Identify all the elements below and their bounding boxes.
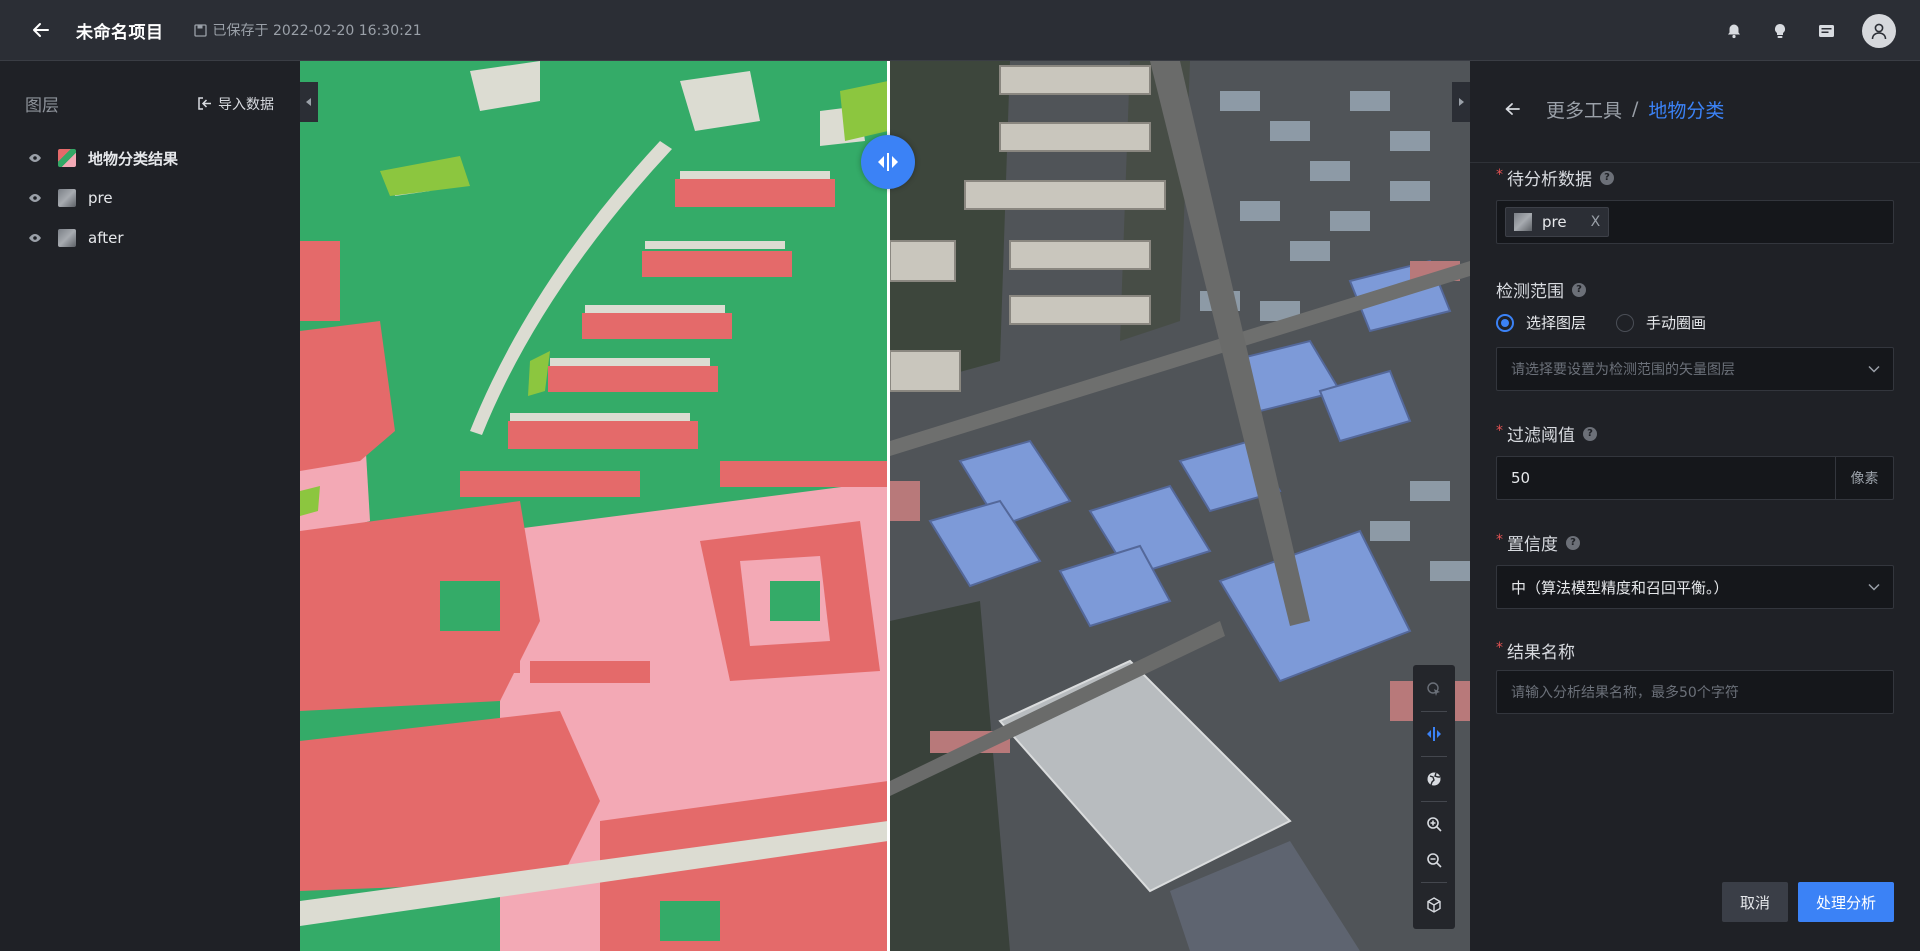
- threshold-input[interactable]: 50 像素: [1496, 456, 1894, 500]
- top-bar: 未命名项目 已保存于 2022-02-20 16:30:21: [0, 0, 1920, 61]
- zoom-out-button[interactable]: [1413, 842, 1455, 878]
- collapse-tool-panel-button[interactable]: [1452, 82, 1470, 122]
- input-data-select[interactable]: pre X: [1496, 200, 1894, 244]
- layer-item-pre[interactable]: pre: [0, 178, 300, 218]
- eye-icon[interactable]: [28, 191, 42, 205]
- import-data-label: 导入数据: [218, 96, 274, 113]
- swipe-divider[interactable]: [887, 61, 890, 951]
- chevron-down-icon: [1868, 583, 1880, 591]
- classification-result-image: [300, 61, 888, 951]
- user-avatar[interactable]: [1862, 13, 1896, 48]
- result-name-placeholder: 请输入分析结果名称，最多50个字符: [1511, 685, 1739, 701]
- help-icon[interactable]: ?: [1566, 535, 1580, 550]
- layer-name: after: [88, 229, 124, 247]
- tag-close-icon[interactable]: X: [1591, 214, 1601, 230]
- threshold-label: * 过滤阈值 ?: [1496, 421, 1597, 446]
- radio-manual-draw[interactable]: 手动圈画: [1616, 312, 1706, 333]
- layer-thumbnail: [58, 189, 76, 207]
- detection-range-label: 检测范围 ?: [1496, 277, 1586, 302]
- layer-item-after[interactable]: after: [0, 218, 300, 258]
- pointer-select-icon: [1427, 682, 1440, 696]
- message-board-icon[interactable]: [1816, 21, 1836, 41]
- save-status-text: 已保存于 2022-02-20 16:30:21: [212, 23, 422, 39]
- panel-back-button[interactable]: [1504, 99, 1524, 119]
- swipe-compare-tool[interactable]: [1413, 716, 1455, 752]
- breadcrumb: 更多工具 / 地物分类: [1470, 61, 1920, 131]
- eye-icon[interactable]: [28, 151, 42, 165]
- selected-layer-tag: pre X: [1505, 207, 1610, 237]
- layer-item-classification[interactable]: 地物分类结果: [0, 138, 300, 178]
- map-toolbar: [1413, 665, 1455, 929]
- eye-icon[interactable]: [28, 231, 42, 245]
- back-button[interactable]: [24, 13, 58, 47]
- range-layer-select[interactable]: 请选择要设置为检测范围的矢量图层: [1496, 347, 1894, 391]
- tool-panel: 更多工具 / 地物分类 * 待分析数据 ? pre X 检测范围 ? 选择图层 …: [1470, 61, 1920, 951]
- arrow-left-icon: [1505, 103, 1520, 115]
- tag-label: pre: [1542, 213, 1567, 231]
- arrow-left-icon: [33, 23, 49, 37]
- input-data-label: * 待分析数据 ?: [1496, 165, 1614, 190]
- layer-thumbnail: [58, 149, 76, 167]
- map-viewport[interactable]: [300, 61, 1470, 951]
- layer-thumbnail: [58, 229, 76, 247]
- zoom-out-icon: [1427, 853, 1442, 868]
- swipe-handle[interactable]: [861, 135, 915, 189]
- confidence-label: * 置信度 ?: [1496, 530, 1580, 555]
- help-icon[interactable]: ?: [1583, 426, 1597, 441]
- swipe-arrows-icon: [878, 153, 898, 171]
- chevron-down-icon: [1868, 365, 1880, 373]
- radio-unchecked-icon: [1616, 313, 1635, 332]
- basemap-tool[interactable]: [1413, 761, 1455, 797]
- lightbulb-icon[interactable]: [1770, 21, 1790, 41]
- swipe-compare-icon: [1427, 727, 1441, 741]
- identify-tool[interactable]: [1413, 671, 1455, 707]
- notification-bell-icon[interactable]: [1724, 21, 1744, 41]
- top-actions: [1724, 0, 1896, 61]
- classification-map: [300, 61, 888, 951]
- result-name-input[interactable]: 请输入分析结果名称，最多50个字符: [1496, 670, 1894, 714]
- layer-thumbnail: [1514, 213, 1532, 231]
- result-name-label: * 结果名称: [1496, 639, 1575, 664]
- layer-name: pre: [88, 189, 113, 207]
- help-icon[interactable]: ?: [1572, 282, 1586, 297]
- collapse-layers-panel-button[interactable]: [300, 82, 318, 122]
- layers-panel: 图层 导入数据 地物分类结果 pre after: [0, 61, 300, 951]
- layer-list: 地物分类结果 pre after: [0, 138, 300, 258]
- 3d-view-button[interactable]: [1413, 887, 1455, 923]
- process-analysis-button[interactable]: 处理分析: [1798, 882, 1894, 922]
- layer-name: 地物分类结果: [88, 149, 179, 168]
- threshold-value: 50: [1511, 469, 1531, 487]
- zoom-in-icon: [1427, 817, 1442, 832]
- user-icon: [1871, 23, 1887, 39]
- radio-checked-icon: [1496, 313, 1514, 332]
- breadcrumb-separator: /: [1632, 98, 1639, 120]
- layers-title: 图层: [25, 96, 59, 116]
- confidence-value: 中（算法模型精度和召回平衡。）: [1511, 578, 1729, 597]
- project-title[interactable]: 未命名项目: [76, 18, 164, 43]
- confidence-select[interactable]: 中（算法模型精度和召回平衡。）: [1496, 565, 1894, 609]
- globe-icon: [1427, 772, 1441, 786]
- satellite-image: [890, 61, 1470, 951]
- cancel-button[interactable]: 取消: [1722, 882, 1788, 922]
- threshold-unit: 像素: [1835, 457, 1893, 499]
- satellite-map: [890, 61, 1470, 951]
- zoom-in-button[interactable]: [1413, 806, 1455, 842]
- save-icon: [193, 23, 207, 37]
- caret-right-icon: [1459, 98, 1464, 106]
- import-data-button[interactable]: 导入数据: [197, 94, 274, 114]
- range-layer-placeholder: 请选择要设置为检测范围的矢量图层: [1511, 362, 1735, 378]
- import-icon: [198, 97, 211, 110]
- radio-select-layer[interactable]: 选择图层: [1496, 312, 1586, 333]
- save-status: 已保存于 2022-02-20 16:30:21: [193, 20, 422, 40]
- help-icon[interactable]: ?: [1600, 170, 1614, 185]
- range-radio-group: 选择图层 手动圈画: [1496, 312, 1736, 333]
- breadcrumb-more-tools[interactable]: 更多工具: [1546, 96, 1622, 123]
- caret-left-icon: [306, 98, 311, 106]
- breadcrumb-current: 地物分类: [1648, 99, 1725, 122]
- cube-icon: [1427, 897, 1441, 913]
